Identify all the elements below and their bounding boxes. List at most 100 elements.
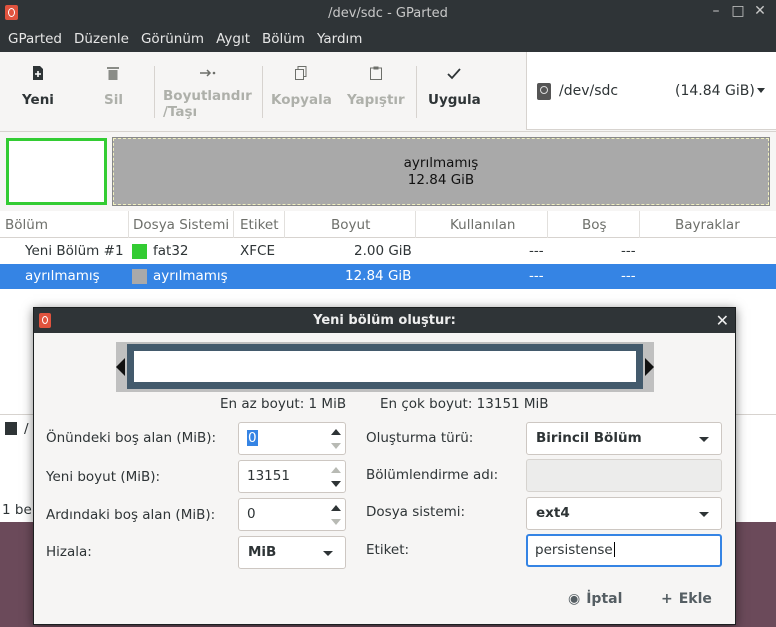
operation-text: / [24, 421, 29, 437]
device-size: (14.84 GiB) [675, 83, 755, 99]
device-selector[interactable]: /dev/sdc (14.84 GiB) [526, 52, 776, 130]
diskmap-partition-fat32[interactable] [6, 138, 107, 205]
partition-resizer[interactable] [116, 342, 654, 392]
window-title: /dev/sdc - GParted [328, 5, 448, 21]
dialog-title: Yeni bölüm oluştur: [313, 313, 456, 328]
menubar: GParted Düzenle Görünüm Aygıt Bölüm Yard… [0, 26, 776, 52]
header-separator [284, 211, 285, 238]
free-before-value: 0 [247, 430, 258, 446]
header-separator [128, 211, 129, 238]
trash-icon [107, 64, 120, 86]
menu-view[interactable]: Görünüm [135, 31, 210, 47]
cell-size: 2.00 GiB [354, 243, 412, 259]
header-separator [639, 211, 640, 238]
minimize-icon[interactable]: – [707, 3, 725, 19]
header-filesystem[interactable]: Dosya Sistemi [133, 217, 229, 233]
fs-color-swatch [132, 269, 147, 284]
diskmap-unallocated-size: 12.84 GiB [407, 172, 475, 188]
window-titlebar[interactable]: /dev/sdc - GParted – □ ✕ [0, 0, 776, 26]
add-label: Ekle [678, 591, 712, 607]
align-value: MiB [248, 544, 277, 560]
filesystem-combobox[interactable]: ext4 [526, 497, 722, 530]
cell-partition: ayrılmamış [25, 268, 100, 284]
apply-label: Uygula [428, 92, 481, 108]
increment-icon[interactable] [331, 467, 341, 473]
cancel-icon: ◉ [568, 591, 581, 607]
resize-handle-right-icon[interactable] [645, 358, 654, 376]
create-as-value: Birincil Bölüm [536, 430, 642, 446]
resize-move-button[interactable]: Boyutlandır /Taşı [163, 64, 252, 120]
add-button[interactable]: + Ekle [661, 591, 712, 607]
close-icon[interactable]: ✕ [751, 3, 769, 19]
gparted-app-icon [39, 313, 51, 328]
new-icon [32, 64, 44, 86]
align-label: Hizala: [46, 544, 92, 560]
menu-edit[interactable]: Düzenle [68, 31, 135, 47]
new-size-label: Yeni boyut (MiB): [46, 469, 161, 485]
delete-label: Sil [104, 92, 123, 108]
new-size-spinbox[interactable]: 13151 [238, 460, 346, 493]
header-flags[interactable]: Bayraklar [675, 217, 740, 233]
header-separator [415, 211, 416, 238]
cancel-label: İptal [586, 591, 623, 607]
menu-help[interactable]: Yardım [311, 31, 368, 47]
increment-icon[interactable] [331, 429, 341, 435]
resize-handle-left-icon[interactable] [116, 358, 125, 376]
paste-button[interactable]: Yapıştır [347, 64, 405, 108]
close-icon[interactable]: ✕ [716, 308, 729, 333]
disk-map: ayrılmamış 12.84 GiB [0, 132, 776, 210]
menu-gparted[interactable]: GParted [2, 31, 68, 47]
cell-used: --- [529, 268, 544, 284]
header-free[interactable]: Boş [582, 217, 607, 233]
disk-icon [537, 83, 551, 100]
header-used[interactable]: Kullanılan [450, 217, 515, 233]
partition-name-input[interactable] [526, 459, 722, 492]
table-row[interactable]: Yeni Bölüm #1 fat32 XFCE 2.00 GiB --- --… [0, 239, 776, 264]
chevron-down-icon [323, 551, 333, 556]
decrement-icon[interactable] [331, 443, 341, 449]
new-button[interactable]: Yeni [22, 64, 54, 108]
new-label: Yeni [22, 92, 54, 108]
new-size-value: 13151 [247, 468, 290, 484]
dialog-titlebar[interactable]: Yeni bölüm oluştur: ✕ [34, 308, 735, 333]
cell-size: 12.84 GiB [345, 268, 412, 284]
toolbar-separator [416, 66, 417, 118]
header-size[interactable]: Boyut [331, 217, 370, 233]
resize-label-line2: /Taşı [163, 104, 198, 120]
resize-icon [199, 64, 217, 86]
diskmap-unallocated[interactable]: ayrılmamış 12.84 GiB [112, 137, 770, 206]
menu-partition[interactable]: Bölüm [256, 31, 311, 47]
free-after-label: Ardındaki boş alan (MiB): [46, 507, 216, 523]
paste-icon [369, 64, 382, 86]
max-size-text: En çok boyut: 13151 MiB [380, 396, 549, 412]
align-combobox[interactable]: MiB [238, 536, 346, 569]
create-as-combobox[interactable]: Birincil Bölüm [526, 422, 722, 455]
decrement-icon[interactable] [331, 519, 341, 525]
label-input[interactable]: persistense [526, 534, 722, 567]
toolbar-separator [154, 66, 155, 118]
cell-used: --- [529, 243, 544, 259]
menu-device[interactable]: Aygıt [210, 31, 256, 47]
cancel-button[interactable]: ◉ İptal [568, 591, 622, 607]
copy-icon [295, 64, 307, 86]
free-before-spinbox[interactable]: 0 [238, 422, 346, 455]
decrement-icon[interactable] [331, 481, 341, 487]
increment-icon[interactable] [331, 505, 341, 511]
delete-button[interactable]: Sil [104, 64, 123, 108]
maximize-icon[interactable]: □ [729, 3, 747, 19]
free-after-spinbox[interactable]: 0 [238, 498, 346, 531]
resizer-partition-block[interactable] [127, 344, 643, 389]
table-row-selected[interactable]: ayrılmamış ayrılmamış 12.84 GiB --- --- [0, 264, 776, 289]
header-separator [233, 211, 234, 238]
cell-filesystem: fat32 [153, 243, 189, 259]
header-label[interactable]: Etiket [240, 217, 279, 233]
header-separator [547, 211, 548, 238]
free-before-label: Önündeki boş alan (MiB): [46, 430, 217, 446]
partition-name-label: Bölümlendirme adı: [366, 467, 499, 483]
label-field-label: Etiket: [366, 542, 410, 558]
apply-button[interactable]: Uygula [428, 64, 481, 108]
header-partition[interactable]: Bölüm [5, 217, 48, 233]
fs-color-swatch [132, 244, 147, 259]
copy-button[interactable]: Kopyala [271, 64, 332, 108]
cell-partition: Yeni Bölüm #1 [25, 243, 124, 259]
